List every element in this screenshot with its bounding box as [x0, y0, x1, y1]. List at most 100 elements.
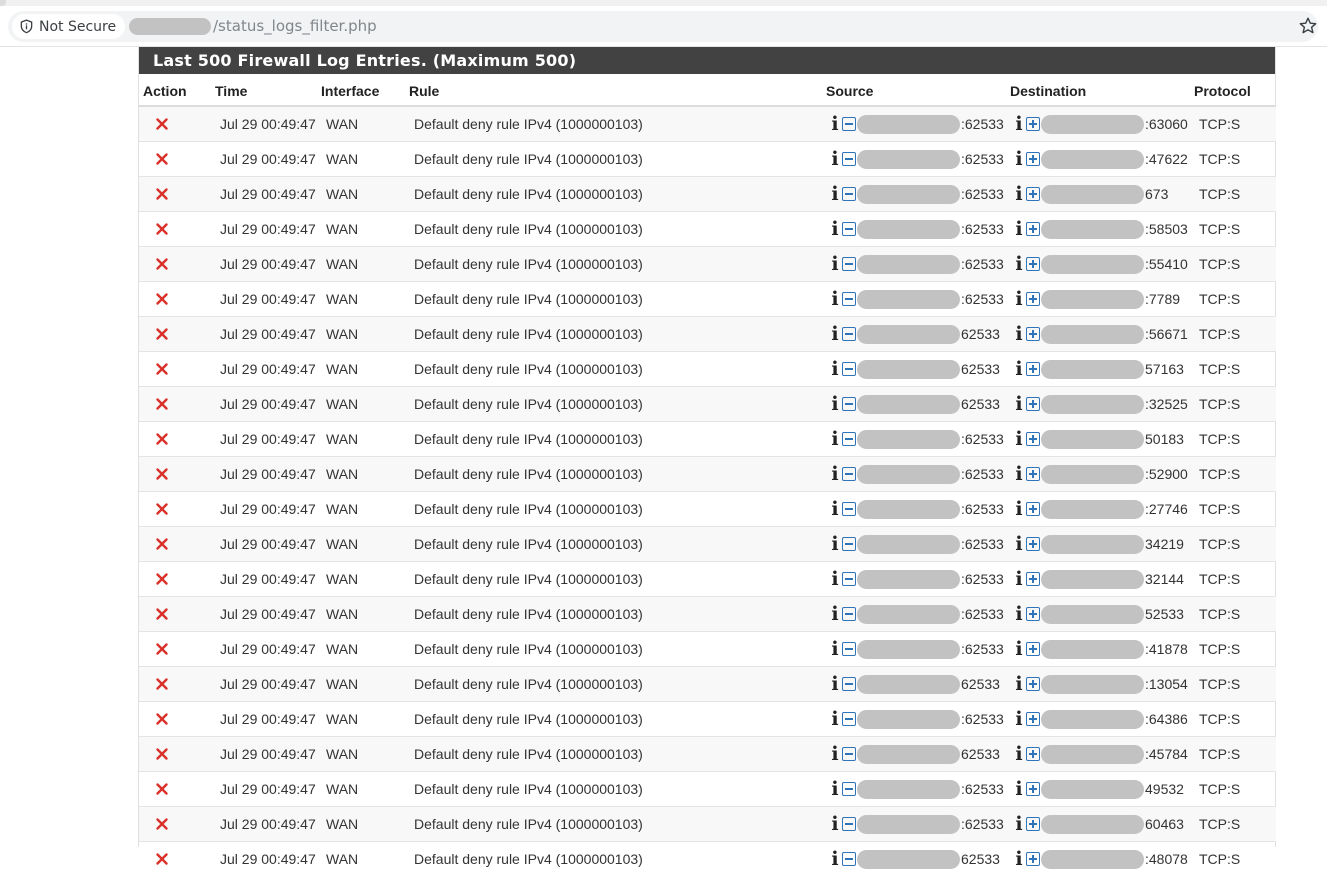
info-icon[interactable]: i	[1014, 220, 1024, 238]
x-block-icon[interactable]	[155, 362, 169, 376]
minus-square-icon[interactable]	[842, 187, 856, 201]
info-icon[interactable]: i	[830, 570, 840, 588]
x-block-icon[interactable]	[155, 327, 169, 341]
plus-square-icon[interactable]	[1026, 187, 1040, 201]
minus-square-icon[interactable]	[842, 607, 856, 621]
info-icon[interactable]: i	[830, 640, 840, 658]
info-icon[interactable]: i	[1014, 605, 1024, 623]
info-icon[interactable]: i	[1014, 150, 1024, 168]
x-block-icon[interactable]	[155, 642, 169, 656]
info-icon[interactable]: i	[1014, 745, 1024, 763]
x-block-icon[interactable]	[155, 152, 169, 166]
minus-square-icon[interactable]	[842, 467, 856, 481]
info-icon[interactable]: i	[830, 430, 840, 448]
info-icon[interactable]: i	[830, 780, 840, 798]
minus-square-icon[interactable]	[842, 817, 856, 831]
plus-square-icon[interactable]	[1026, 607, 1040, 621]
rule-cell[interactable]: Default deny rule IPv4 (1000000103)	[409, 317, 826, 352]
info-icon[interactable]: i	[830, 465, 840, 483]
rule-cell[interactable]: Default deny rule IPv4 (1000000103)	[409, 212, 826, 247]
rule-cell[interactable]: Default deny rule IPv4 (1000000103)	[409, 142, 826, 177]
rule-cell[interactable]: Default deny rule IPv4 (1000000103)	[409, 737, 826, 772]
info-icon[interactable]: i	[1014, 255, 1024, 273]
plus-square-icon[interactable]	[1026, 782, 1040, 796]
x-block-icon[interactable]	[155, 467, 169, 481]
info-icon[interactable]: i	[1014, 815, 1024, 833]
rule-cell[interactable]: Default deny rule IPv4 (1000000103)	[409, 772, 826, 807]
plus-square-icon[interactable]	[1026, 572, 1040, 586]
plus-square-icon[interactable]	[1026, 117, 1040, 131]
minus-square-icon[interactable]	[842, 152, 856, 166]
x-block-icon[interactable]	[155, 607, 169, 621]
info-icon[interactable]: i	[1014, 185, 1024, 203]
minus-square-icon[interactable]	[842, 432, 856, 446]
info-icon[interactable]: i	[830, 675, 840, 693]
x-block-icon[interactable]	[155, 222, 169, 236]
rule-cell[interactable]: Default deny rule IPv4 (1000000103)	[409, 387, 826, 422]
minus-square-icon[interactable]	[842, 222, 856, 236]
plus-square-icon[interactable]	[1026, 712, 1040, 726]
minus-square-icon[interactable]	[842, 537, 856, 551]
x-block-icon[interactable]	[155, 747, 169, 761]
info-icon[interactable]: i	[830, 500, 840, 518]
minus-square-icon[interactable]	[842, 257, 856, 271]
plus-square-icon[interactable]	[1026, 677, 1040, 691]
plus-square-icon[interactable]	[1026, 817, 1040, 831]
info-icon[interactable]: i	[830, 220, 840, 238]
plus-square-icon[interactable]	[1026, 432, 1040, 446]
info-icon[interactable]: i	[1014, 675, 1024, 693]
x-block-icon[interactable]	[155, 537, 169, 551]
rule-cell[interactable]: Default deny rule IPv4 (1000000103)	[409, 352, 826, 387]
x-block-icon[interactable]	[155, 572, 169, 586]
x-block-icon[interactable]	[155, 852, 169, 866]
rule-cell[interactable]: Default deny rule IPv4 (1000000103)	[409, 807, 826, 842]
info-icon[interactable]: i	[830, 360, 840, 378]
info-icon[interactable]: i	[830, 115, 840, 133]
rule-cell[interactable]: Default deny rule IPv4 (1000000103)	[409, 492, 826, 527]
minus-square-icon[interactable]	[842, 397, 856, 411]
rule-cell[interactable]: Default deny rule IPv4 (1000000103)	[409, 106, 826, 142]
plus-square-icon[interactable]	[1026, 537, 1040, 551]
info-icon[interactable]: i	[1014, 780, 1024, 798]
security-indicator[interactable]: Not Secure	[12, 14, 125, 39]
minus-square-icon[interactable]	[842, 572, 856, 586]
info-icon[interactable]: i	[1014, 465, 1024, 483]
info-icon[interactable]: i	[830, 325, 840, 343]
x-block-icon[interactable]	[155, 292, 169, 306]
x-block-icon[interactable]	[155, 782, 169, 796]
info-icon[interactable]: i	[830, 290, 840, 308]
plus-square-icon[interactable]	[1026, 747, 1040, 761]
address-bar[interactable]: Not Secure /status_logs_filter.php	[8, 11, 1318, 42]
minus-square-icon[interactable]	[842, 502, 856, 516]
info-icon[interactable]: i	[1014, 570, 1024, 588]
info-icon[interactable]: i	[830, 710, 840, 728]
plus-square-icon[interactable]	[1026, 397, 1040, 411]
minus-square-icon[interactable]	[842, 642, 856, 656]
rule-cell[interactable]: Default deny rule IPv4 (1000000103)	[409, 422, 826, 457]
rule-cell[interactable]: Default deny rule IPv4 (1000000103)	[409, 177, 826, 212]
info-icon[interactable]: i	[1014, 500, 1024, 518]
x-block-icon[interactable]	[155, 502, 169, 516]
rule-cell[interactable]: Default deny rule IPv4 (1000000103)	[409, 247, 826, 282]
x-block-icon[interactable]	[155, 397, 169, 411]
info-icon[interactable]: i	[830, 535, 840, 553]
rule-cell[interactable]: Default deny rule IPv4 (1000000103)	[409, 457, 826, 492]
info-icon[interactable]: i	[830, 815, 840, 833]
minus-square-icon[interactable]	[842, 852, 856, 866]
minus-square-icon[interactable]	[842, 712, 856, 726]
info-icon[interactable]: i	[1014, 325, 1024, 343]
x-block-icon[interactable]	[155, 432, 169, 446]
minus-square-icon[interactable]	[842, 747, 856, 761]
x-block-icon[interactable]	[155, 817, 169, 831]
minus-square-icon[interactable]	[842, 327, 856, 341]
info-icon[interactable]: i	[1014, 535, 1024, 553]
rule-cell[interactable]: Default deny rule IPv4 (1000000103)	[409, 562, 826, 597]
info-icon[interactable]: i	[830, 395, 840, 413]
rule-cell[interactable]: Default deny rule IPv4 (1000000103)	[409, 597, 826, 632]
plus-square-icon[interactable]	[1026, 152, 1040, 166]
rule-cell[interactable]: Default deny rule IPv4 (1000000103)	[409, 702, 826, 737]
x-block-icon[interactable]	[155, 187, 169, 201]
minus-square-icon[interactable]	[842, 782, 856, 796]
info-icon[interactable]: i	[1014, 850, 1024, 868]
plus-square-icon[interactable]	[1026, 292, 1040, 306]
